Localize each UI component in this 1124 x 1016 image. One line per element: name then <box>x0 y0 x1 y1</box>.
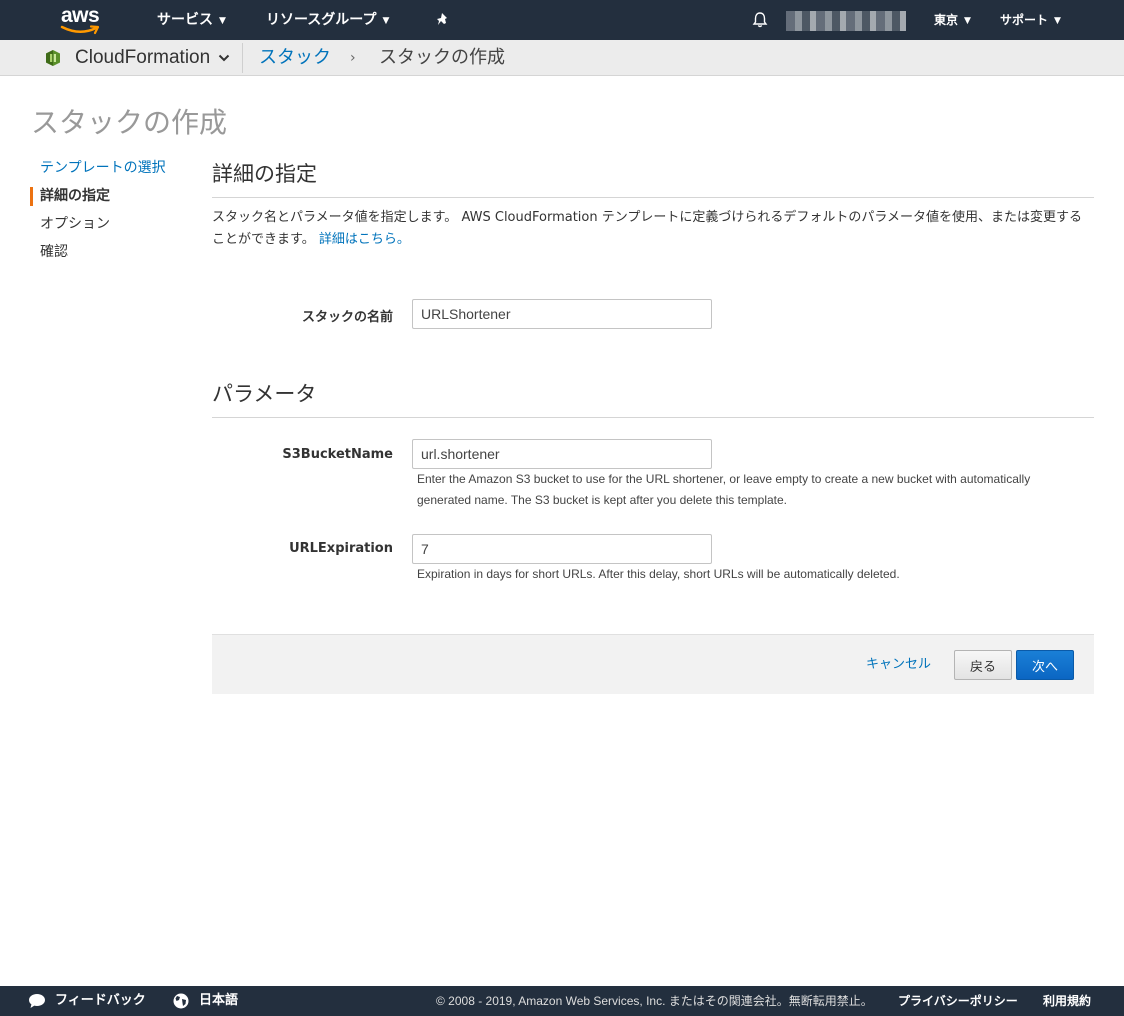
chevron-down-icon: ▼ <box>1054 16 1061 26</box>
details-heading: 詳細の指定 <box>212 162 317 186</box>
next-button[interactable]: 次へ <box>1016 650 1074 680</box>
region-menu[interactable]: 東京 ▼ <box>934 0 971 40</box>
language-selector[interactable]: 日本語 <box>199 986 238 1016</box>
top-navigation-bar: aws サービス ▼ リソースグループ ▼ 東京 ▼ サポート ▼ <box>0 0 1124 40</box>
services-menu[interactable]: サービス ▼ <box>157 0 226 40</box>
divider <box>212 417 1094 418</box>
breadcrumb: CloudFormation スタック › スタックの作成 <box>0 40 1124 76</box>
breadcrumb-stacks-link[interactable]: スタック <box>259 40 331 76</box>
page-title: スタックの作成 <box>31 106 228 139</box>
step-select-template[interactable]: テンプレートの選択 <box>30 157 166 185</box>
privacy-policy-link[interactable]: プライバシーポリシー <box>898 986 1018 1016</box>
stack-name-input[interactable] <box>412 299 712 329</box>
s3-bucket-name-help: Enter the Amazon S3 bucket to use for th… <box>417 472 1031 507</box>
form-actions-bar: キャンセル 戻る 次へ <box>212 634 1094 694</box>
breadcrumb-divider <box>242 43 243 73</box>
resource-groups-menu[interactable]: リソースグループ ▼ <box>266 0 389 40</box>
aws-logo[interactable]: aws <box>58 4 104 36</box>
wizard-steps: テンプレートの選択 詳細の指定 オプション 確認 <box>30 157 166 269</box>
footer: フィードバック 日本語 © 2008 - 2019, Amazon Web Se… <box>0 986 1124 1016</box>
terms-of-use-link[interactable]: 利用規約 <box>1043 986 1091 1016</box>
step-options: オプション <box>40 216 110 232</box>
copyright-text: © 2008 - 2019, Amazon Web Services, Inc.… <box>436 994 873 1008</box>
services-menu-label: サービス <box>157 12 213 28</box>
chevron-down-icon[interactable] <box>218 54 230 62</box>
url-expiration-label: URLExpiration <box>289 541 393 556</box>
support-menu[interactable]: サポート ▼ <box>1000 0 1061 40</box>
s3-bucket-name-input[interactable] <box>412 439 712 469</box>
details-description: スタック名とパラメータ値を指定します。 AWS CloudFormation テ… <box>212 207 1094 251</box>
support-menu-label: サポート <box>1000 13 1049 27</box>
stack-name-label: スタックの名前 <box>301 310 393 325</box>
bell-icon[interactable] <box>751 11 769 29</box>
step-review: 確認 <box>40 244 68 260</box>
resource-groups-menu-label: リソースグループ <box>266 12 377 28</box>
s3-bucket-name-label: S3BucketName <box>282 447 393 462</box>
back-button[interactable]: 戻る <box>954 650 1012 680</box>
learn-more-link[interactable]: 詳細はこちら。 <box>319 232 410 247</box>
speech-bubble-icon <box>29 994 45 1008</box>
region-menu-label: 東京 <box>934 13 959 27</box>
chevron-down-icon: ▼ <box>219 16 226 26</box>
cloudformation-icon <box>46 50 60 66</box>
account-menu-redacted[interactable] <box>786 11 906 31</box>
url-expiration-input[interactable] <box>412 534 712 564</box>
breadcrumb-separator: › <box>350 50 356 66</box>
cancel-link[interactable]: キャンセル <box>866 635 931 695</box>
parameters-heading: パラメータ <box>212 382 317 406</box>
pin-icon[interactable] <box>436 12 452 28</box>
url-expiration-help: Expiration in days for short URLs. After… <box>417 567 900 581</box>
feedback-link[interactable]: フィードバック <box>55 986 146 1016</box>
chevron-down-icon: ▼ <box>382 16 390 26</box>
service-name-menu[interactable]: CloudFormation <box>75 40 210 76</box>
breadcrumb-current: スタックの作成 <box>379 47 505 68</box>
globe-icon <box>173 993 189 1009</box>
divider <box>212 197 1094 198</box>
chevron-down-icon: ▼ <box>964 16 971 26</box>
step-specify-details: 詳細の指定 <box>30 185 166 213</box>
aws-smile-icon <box>60 25 100 35</box>
